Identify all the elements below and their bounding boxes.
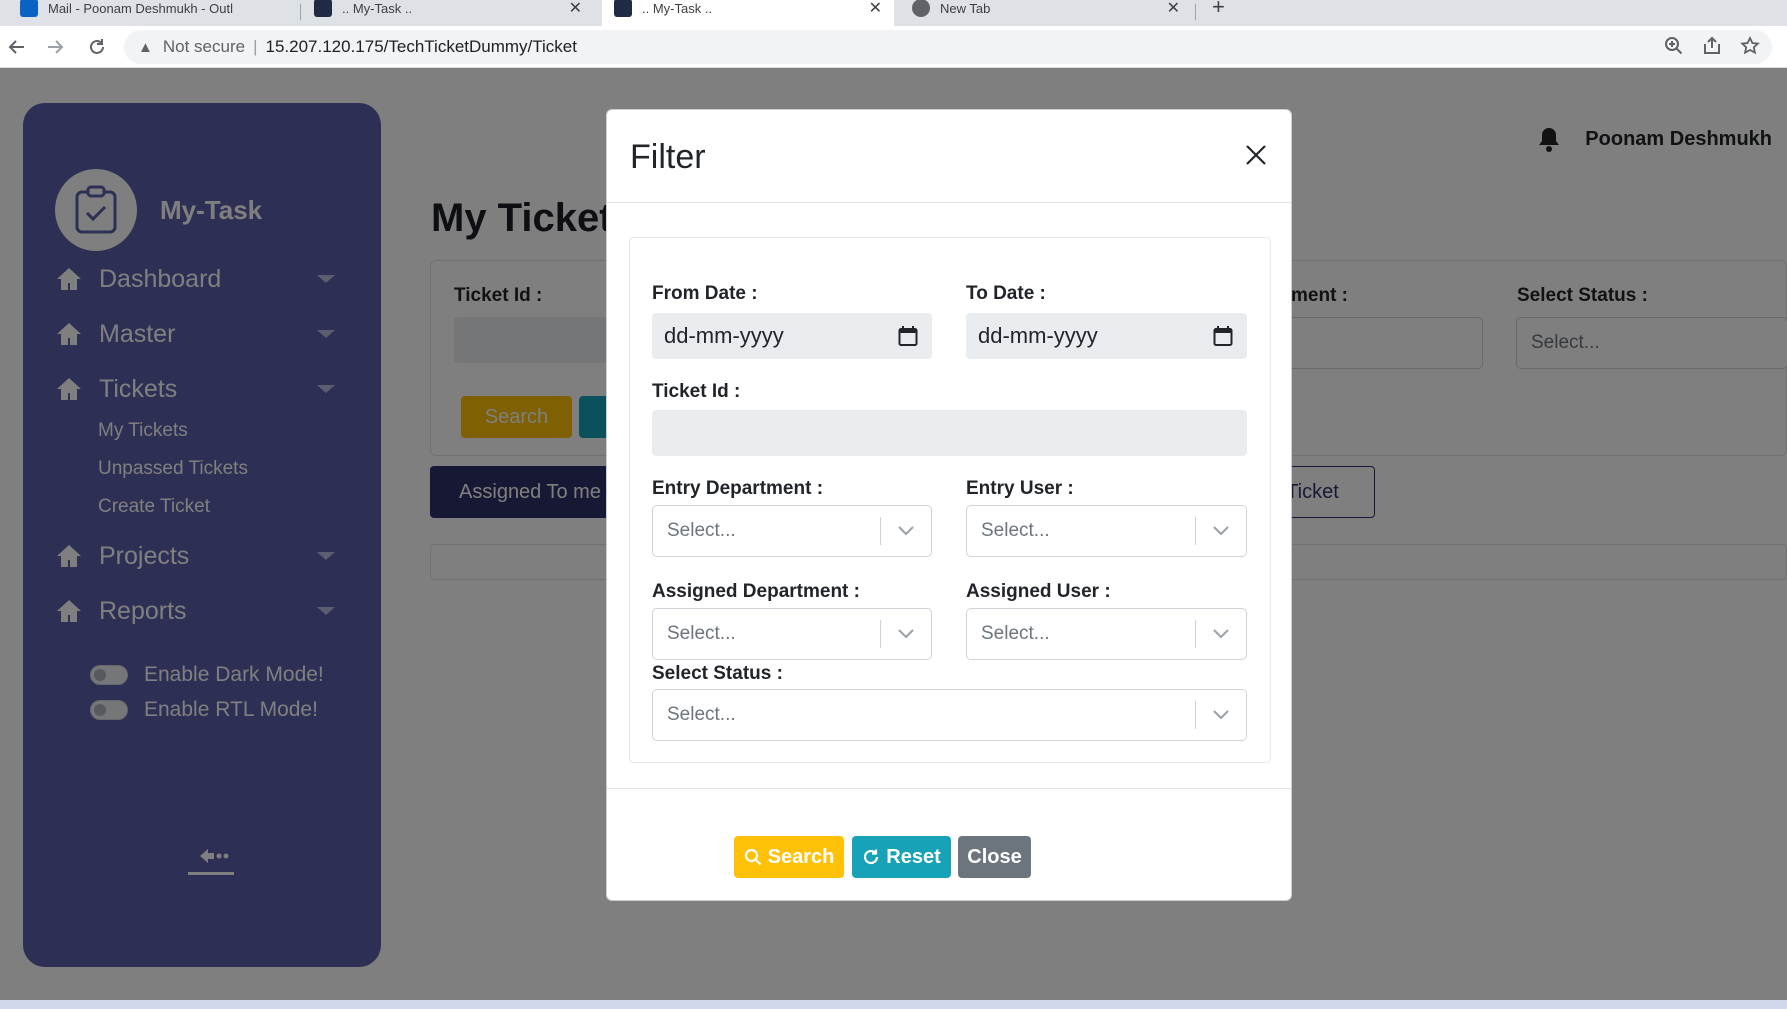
browser-toolbar: ▲ Not secure | 15.207.120.175/TechTicket… bbox=[0, 26, 1787, 68]
status-select[interactable]: Select... bbox=[652, 689, 1247, 741]
select-separator bbox=[1195, 620, 1196, 648]
ticket-id-input[interactable] bbox=[652, 410, 1247, 456]
calendar-icon[interactable] bbox=[1213, 325, 1233, 347]
browser-tab-mail[interactable]: Mail - Poonam Deshmukh - Outl bbox=[8, 0, 300, 26]
modal-title: Filter bbox=[630, 138, 706, 176]
warning-icon: ▲ bbox=[138, 38, 153, 56]
from-date-placeholder: dd-mm-yyyy bbox=[664, 323, 784, 348]
entry-user-label: Entry User : bbox=[966, 478, 1074, 499]
entry-department-select[interactable]: Select... bbox=[652, 505, 932, 557]
ticket-id-label: Ticket Id : bbox=[652, 381, 741, 402]
select-separator bbox=[1195, 517, 1196, 545]
address-bar[interactable]: ▲ Not secure | 15.207.120.175/TechTicket… bbox=[124, 30, 1772, 64]
entry-user-value: Select... bbox=[981, 520, 1050, 541]
search-icon bbox=[744, 848, 761, 866]
react-icon bbox=[614, 0, 632, 17]
to-date-label: To Date : bbox=[966, 283, 1046, 304]
share-icon[interactable] bbox=[1702, 36, 1722, 56]
close-tab-icon[interactable]: ✕ bbox=[869, 0, 882, 18]
select-separator bbox=[1195, 701, 1196, 729]
assigned-department-select[interactable]: Select... bbox=[652, 608, 932, 660]
browser-tab-label: .. My-Task .. bbox=[642, 0, 713, 16]
close-tab-icon[interactable]: ✕ bbox=[1167, 0, 1180, 18]
to-date-input[interactable]: dd-mm-yyyy bbox=[966, 313, 1247, 359]
reset-button[interactable]: Reset bbox=[852, 836, 951, 878]
browser-tab-mytask-1[interactable]: .. My-Task .. ✕ bbox=[302, 0, 594, 26]
filter-form: From Date : dd-mm-yyyy To Date : dd-mm-y… bbox=[629, 237, 1271, 763]
address-actions bbox=[1664, 36, 1760, 56]
refresh-icon bbox=[864, 849, 879, 865]
assigned-user-value: Select... bbox=[981, 623, 1050, 644]
to-date-placeholder: dd-mm-yyyy bbox=[978, 323, 1098, 348]
chevron-down-icon bbox=[1213, 629, 1229, 639]
star-icon[interactable] bbox=[1740, 36, 1760, 56]
reload-icon[interactable] bbox=[84, 34, 110, 60]
back-icon[interactable] bbox=[4, 34, 30, 60]
assigned-department-value: Select... bbox=[667, 623, 736, 644]
entry-user-select[interactable]: Select... bbox=[966, 505, 1247, 557]
search-button-label: Search bbox=[767, 845, 835, 868]
filter-modal: Filter From Date : dd-mm-yyyy To Date : … bbox=[606, 109, 1292, 901]
address-separator: | bbox=[253, 37, 258, 56]
browser-tab-label: New Tab bbox=[940, 0, 991, 16]
new-tab-button[interactable]: + bbox=[1212, 0, 1225, 20]
close-button[interactable]: Close bbox=[958, 836, 1031, 878]
select-separator bbox=[880, 620, 881, 648]
from-date-input[interactable]: dd-mm-yyyy bbox=[652, 313, 932, 359]
modal-header: Filter bbox=[607, 110, 1291, 203]
status-value: Select... bbox=[667, 704, 736, 725]
chevron-down-icon bbox=[1213, 710, 1229, 720]
assigned-department-label: Assigned Department : bbox=[652, 581, 860, 602]
browser-tab-label: .. My-Task .. bbox=[342, 0, 413, 16]
select-status-label: Select Status : bbox=[652, 663, 783, 684]
chevron-down-icon bbox=[898, 526, 914, 536]
url-text: 15.207.120.175/TechTicketDummy/Ticket bbox=[265, 37, 577, 56]
from-date-label: From Date : bbox=[652, 283, 758, 304]
react-icon bbox=[314, 0, 332, 17]
chevron-down-icon bbox=[898, 629, 914, 639]
tab-separator bbox=[300, 4, 301, 20]
close-button-label: Close bbox=[967, 845, 1022, 868]
browser-tab-label: Mail - Poonam Deshmukh - Outl bbox=[48, 0, 233, 16]
chevron-down-icon bbox=[1213, 526, 1229, 536]
outlook-icon bbox=[20, 0, 38, 17]
forward-icon[interactable] bbox=[42, 34, 68, 60]
reset-button-label: Reset bbox=[886, 845, 941, 868]
tab-separator bbox=[1195, 4, 1196, 20]
calendar-icon[interactable] bbox=[898, 325, 918, 347]
taskbar-strip bbox=[0, 1000, 1787, 1009]
chrome-icon bbox=[912, 0, 930, 17]
entry-department-label: Entry Department : bbox=[652, 478, 824, 499]
entry-department-value: Select... bbox=[667, 520, 736, 541]
assigned-user-label: Assigned User : bbox=[966, 581, 1111, 602]
select-separator bbox=[880, 517, 881, 545]
search-button[interactable]: Search bbox=[734, 836, 844, 878]
browser-tab-strip: Mail - Poonam Deshmukh - Outl .. My-Task… bbox=[0, 0, 1787, 26]
browser-tab-mytask-2[interactable]: .. My-Task .. ✕ bbox=[602, 0, 894, 26]
assigned-user-select[interactable]: Select... bbox=[966, 608, 1247, 660]
browser-tab-newtab[interactable]: New Tab ✕ bbox=[900, 0, 1192, 26]
close-icon[interactable] bbox=[1241, 140, 1271, 170]
close-tab-icon[interactable]: ✕ bbox=[569, 0, 582, 18]
zoom-icon[interactable] bbox=[1664, 36, 1684, 56]
security-label: Not secure bbox=[162, 37, 246, 56]
